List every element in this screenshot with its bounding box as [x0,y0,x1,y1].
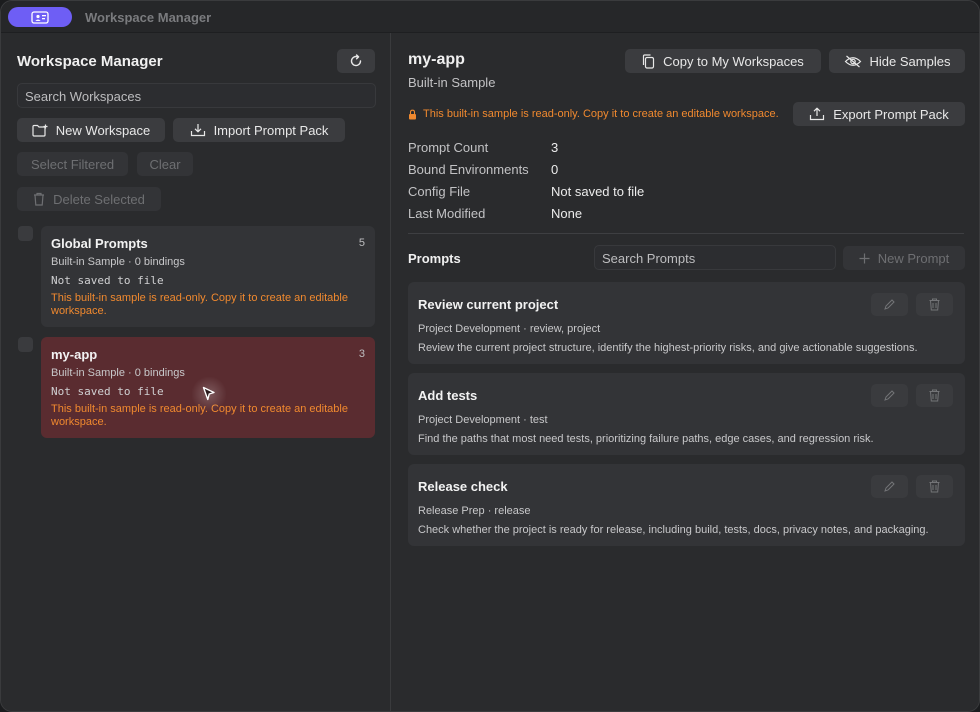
search-workspaces-input[interactable]: Search Workspaces [17,83,376,108]
workspace-checkbox-global-prompts[interactable] [18,226,33,241]
workspace-name: my-app [51,347,98,362]
meta-value: None [551,206,583,221]
prompt-description: Check whether the project is ready for r… [418,524,929,536]
import-prompt-pack-label: Import Prompt Pack [213,122,329,138]
refresh-button[interactable] [337,49,375,73]
meta-value: 3 [551,140,559,155]
edit-prompt-button[interactable] [871,384,908,407]
workspace-checkbox-my-app[interactable] [18,337,33,352]
meta-label: Prompt Count [408,140,489,155]
workspace-subtitle: Built-in Sample [408,75,496,90]
trash-icon [929,389,940,402]
workspace-prompt-count: 3 [358,348,365,360]
export-prompt-pack-label: Export Prompt Pack [833,106,949,122]
new-workspace-label: New Workspace [55,122,151,138]
copy-to-my-workspaces-label: Copy to My Workspaces [663,53,804,69]
lock-icon [409,109,416,119]
delete-prompt-button[interactable] [916,384,953,407]
workspace-app-icon [31,10,49,24]
prompts-heading: Prompts [408,251,461,266]
plus-icon [859,253,870,263]
tray-upload-icon [810,107,825,121]
workspace-metadata: Prompt Count 3 Bound Environments 0 Conf… [408,140,644,228]
meta-row-config-file: Config File Not saved to file [408,184,644,206]
meta-label: Last Modified [408,206,486,221]
trash-icon [929,298,940,311]
edit-prompt-button[interactable] [871,293,908,316]
readonly-warning-text: This built-in sample is read-only. Copy … [423,108,779,120]
readonly-warning: This built-in sample is read-only. Copy … [408,108,779,120]
prompt-tags: Release Prep · release [418,505,531,517]
tray-download-icon [190,124,205,137]
window-title: Workspace Manager [85,10,212,25]
prompt-tags: Project Development · review, project [418,323,601,335]
sidebar: Workspace Manager Search Workspaces New … [1,33,391,711]
meta-value: Not saved to file [551,184,645,199]
meta-label: Config File [408,184,471,199]
prompt-title: Add tests [418,388,478,403]
mouse-cursor [191,376,227,412]
prompt-title: Review current project [418,297,559,312]
meta-label: Bound Environments [408,162,529,177]
delete-selected-button[interactable]: Delete Selected [17,187,161,211]
sidebar-title: Workspace Manager [17,53,163,70]
prompt-description: Find the paths that most need tests, pri… [418,433,874,445]
search-prompts-input[interactable]: Search Prompts [594,245,836,270]
workspace-file-status: Not saved to file [51,274,164,287]
export-prompt-pack-button[interactable]: Export Prompt Pack [793,102,965,126]
app-window: Workspace Manager Workspace Manager Sear… [0,0,980,712]
workspace-file-status: Not saved to file [51,385,164,398]
pencil-icon [884,390,895,401]
new-prompt-label: New Prompt [877,250,950,266]
hide-samples-button[interactable]: Hide Samples [829,49,965,73]
refresh-icon [350,54,362,67]
copy-to-my-workspaces-button[interactable]: Copy to My Workspaces [625,49,821,73]
pencil-icon [884,299,895,310]
delete-selected-label: Delete Selected [53,191,145,207]
prompt-card-review-current-project[interactable]: Review current project Project Developme… [408,282,965,364]
import-prompt-pack-button[interactable]: Import Prompt Pack [173,118,345,142]
title-bar: Workspace Manager [1,1,979,33]
trash-icon [929,480,940,493]
workspace-detail-panel: my-app Built-in Sample Copy to My Worksp… [392,33,979,711]
prompt-card-release-check[interactable]: Release check Release Prep · release Che… [408,464,965,546]
prompt-description: Review the current project structure, id… [418,342,918,354]
hide-samples-label: Hide Samples [869,53,951,69]
meta-value: 0 [551,162,559,177]
new-prompt-button[interactable]: New Prompt [843,246,965,270]
select-filtered-button[interactable]: Select Filtered [17,152,128,176]
meta-row-prompt-count: Prompt Count 3 [408,140,644,162]
workspace-name: Global Prompts [51,236,148,251]
section-divider [408,233,964,234]
meta-row-bound-environments: Bound Environments 0 [408,162,644,184]
eye-slash-icon [844,55,861,67]
workspace-readonly-warning: This built-in sample is read-only. Copy … [51,292,348,317]
prompt-title: Release check [418,479,508,494]
folder-plus-icon [32,124,48,137]
workspace-title: my-app [408,51,465,68]
copy-icon [643,53,655,69]
cursor-arrow-icon [202,386,215,401]
pencil-icon [884,481,895,492]
prompt-card-add-tests[interactable]: Add tests Project Development · test Fin… [408,373,965,455]
delete-prompt-button[interactable] [916,475,953,498]
delete-prompt-button[interactable] [916,293,953,316]
app-switcher-pill[interactable] [8,7,72,27]
workspace-prompt-count: 5 [358,237,365,249]
clear-button[interactable]: Clear [137,152,193,176]
workspace-subtitle: Built-in Sample · 0 bindings [51,256,185,268]
meta-row-last-modified: Last Modified None [408,206,644,228]
prompt-tags: Project Development · test [418,414,548,426]
workspace-card-global-prompts[interactable]: Global Prompts 5 Built-in Sample · 0 bin… [41,226,375,327]
trash-icon [34,192,45,206]
new-workspace-button[interactable]: New Workspace [17,118,165,142]
workspace-subtitle: Built-in Sample · 0 bindings [51,367,185,379]
edit-prompt-button[interactable] [871,475,908,498]
